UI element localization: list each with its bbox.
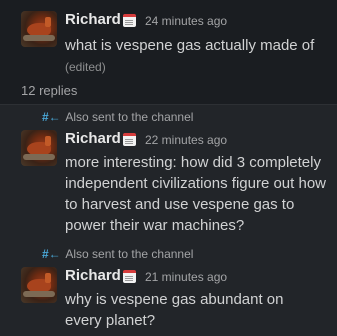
avatar[interactable] [21,130,57,166]
also-sent-text: Also sent to the channel [65,110,194,124]
replies-count[interactable]: 12 replies [21,83,77,98]
message-text: why is vespene gas abundant on every pla… [65,291,284,329]
calendar-emoji-icon [123,270,136,283]
message-body: what is vespene gas actually made of [65,37,315,54]
author-name[interactable]: Richard [65,267,121,284]
reply-message[interactable]: Richard 21 minutes ago why is vespene ga… [0,263,337,336]
avatar[interactable] [21,267,57,303]
reply-message[interactable]: Richard 22 minutes ago more interesting:… [0,126,337,238]
also-sent-label: #← Also sent to the channel [42,247,193,261]
parent-message[interactable]: Richard 24 minutes ago what is vespene g… [0,0,337,80]
author-name[interactable]: Richard [65,130,121,147]
author-name[interactable]: Richard [65,11,121,28]
also-sent-label: #← Also sent to the channel [42,110,193,124]
message-text: more interesting: how did 3 completely i… [65,154,326,234]
message-text: what is vespene gas actually made of (ed… [65,35,315,78]
timestamp[interactable]: 21 minutes ago [145,270,227,284]
hash-arrow-icon: #← [42,110,61,124]
timestamp[interactable]: 22 minutes ago [145,133,227,147]
also-sent-text: Also sent to the channel [65,247,194,261]
calendar-emoji-icon [123,133,136,146]
hash-arrow-icon: #← [42,247,61,261]
calendar-emoji-icon [123,14,136,27]
divider [0,104,337,105]
avatar[interactable] [21,11,57,47]
edited-label: (edited) [65,60,106,74]
timestamp[interactable]: 24 minutes ago [145,14,227,28]
